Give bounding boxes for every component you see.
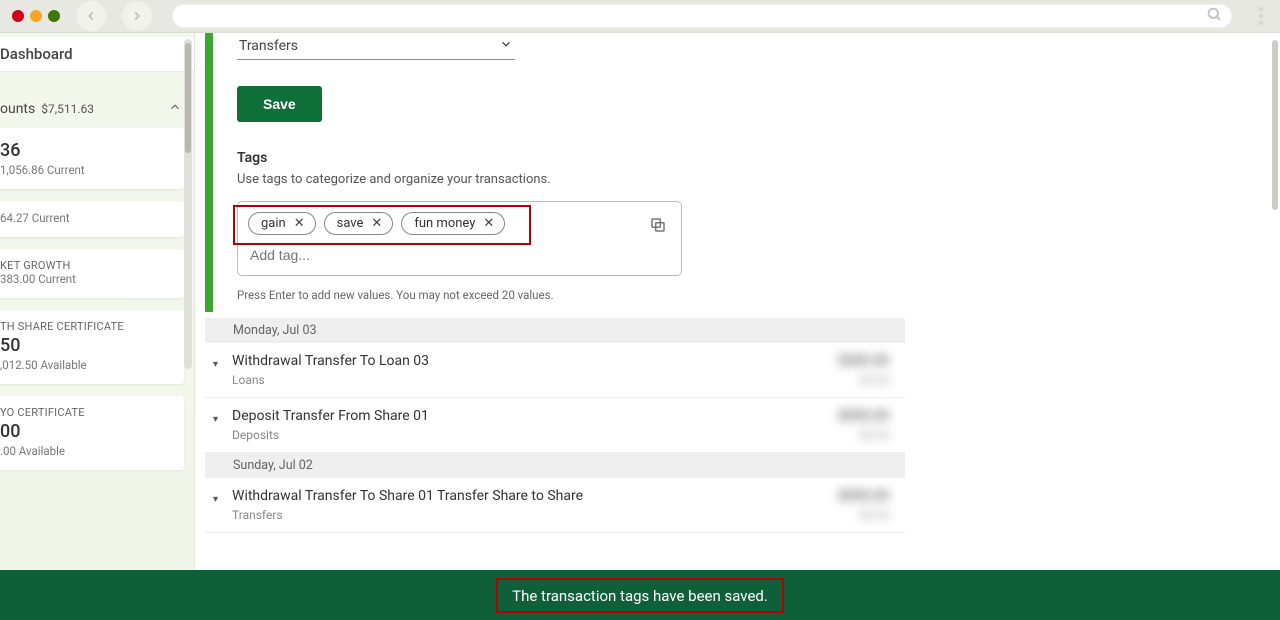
tag-label: fun money [414, 216, 475, 231]
transaction-row[interactable]: ▾ Withdrawal Transfer To Loan 03 Loans$000… [205, 343, 905, 398]
remove-tag-icon[interactable]: ✕ [483, 216, 494, 231]
tag-chip[interactable]: save ✕ [324, 212, 394, 235]
account-subtext: 383.00 Current [0, 272, 174, 286]
transaction-title: Deposit Transfer From Share 01 [232, 408, 838, 424]
selection-accent [205, 33, 213, 312]
transaction-row[interactable]: ▾ Withdrawal Transfer To Share 01 Transfe… [205, 478, 905, 533]
account-label: YO CERTIFICATE [0, 406, 174, 419]
account-balance: 36 [0, 138, 174, 163]
remove-tag-icon[interactable]: ✕ [371, 216, 382, 231]
address-bar[interactable] [172, 4, 1232, 28]
chevron-down-icon [499, 37, 513, 55]
account-subtext: 64.27 Current [0, 211, 174, 225]
account-card[interactable]: YO CERTIFICATE00.00 Available [0, 396, 184, 470]
transaction-title: Withdrawal Transfer To Loan 03 [232, 353, 838, 369]
remove-tag-icon[interactable]: ✕ [294, 216, 305, 231]
account-card[interactable]: 64.27 Current [0, 201, 184, 237]
transaction-row[interactable]: ▾ Deposit Transfer From Share 01 Deposits$… [205, 398, 905, 453]
tag-label: save [337, 216, 364, 231]
sidebar: Dashboard ounts $7,511.63 361,056.86 Cur… [0, 33, 195, 620]
transaction-balance: $0.00 [838, 508, 889, 522]
transaction-category: Transfers [232, 508, 838, 522]
transaction-category: Deposits [232, 428, 838, 442]
accounts-label: ounts [0, 101, 35, 117]
transaction-amount: $000.00 [838, 488, 889, 504]
more-menu-icon[interactable] [1252, 7, 1270, 25]
account-card[interactable]: TH SHARE CERTIFICATE50,012.50 Available [0, 310, 184, 384]
chevron-up-icon [168, 99, 182, 118]
tag-chip[interactable]: gain ✕ [248, 212, 316, 235]
save-button[interactable]: Save [237, 86, 322, 122]
category-value: Transfers [239, 38, 298, 54]
tags-heading: Tags [237, 150, 1260, 166]
minimize-icon[interactable] [30, 10, 42, 22]
toast-message: The transaction tags have been saved. [512, 587, 768, 605]
transaction-amount: $000.00 [838, 408, 889, 424]
expand-icon[interactable]: ▾ [213, 494, 218, 505]
titlebar [0, 0, 1280, 33]
account-subtext: .00 Available [0, 444, 174, 458]
account-card[interactable]: KET GROWTH383.00 Current [0, 249, 184, 298]
transaction-category: Loans [232, 373, 838, 387]
toast: The transaction tags have been saved. [0, 570, 1280, 620]
transaction-balance: $0.00 [838, 428, 889, 442]
expand-icon[interactable]: ▾ [213, 414, 218, 425]
tags-hint: Use tags to categorize and organize your… [237, 172, 1260, 187]
tags-helper-text: Press Enter to add new values. You may n… [237, 288, 1260, 302]
copy-icon[interactable] [649, 216, 669, 236]
account-card[interactable]: 361,056.86 Current [0, 128, 184, 189]
forward-button[interactable] [122, 1, 152, 31]
account-balance: 50 [0, 333, 174, 358]
sidebar-accounts-header[interactable]: ounts $7,511.63 [0, 81, 194, 128]
account-subtext: ,012.50 Available [0, 358, 174, 372]
window-controls [12, 10, 60, 22]
account-balance: 00 [0, 419, 174, 444]
close-icon[interactable] [12, 10, 24, 22]
accounts-total: $7,511.63 [41, 102, 94, 116]
date-header: Sunday, Jul 02 [205, 453, 905, 478]
transaction-title: Withdrawal Transfer To Share 01 Transfer… [232, 488, 838, 504]
sidebar-scrollbar[interactable] [184, 39, 192, 369]
maximize-icon[interactable] [48, 10, 60, 22]
account-label: KET GROWTH [0, 259, 174, 272]
tag-input-box[interactable]: gain ✕ save ✕ fun money ✕ [237, 201, 682, 276]
search-icon [1206, 6, 1222, 26]
date-header: Monday, Jul 03 [205, 318, 905, 343]
main-panel: Transfers Save Tags Use tags to categori… [195, 33, 1280, 620]
transaction-balance: $0.00 [838, 373, 889, 387]
category-select[interactable]: Transfers [237, 33, 515, 60]
expand-icon[interactable]: ▾ [213, 359, 218, 370]
transaction-amount: $000.00 [838, 353, 889, 369]
page-scrollbar[interactable] [1271, 40, 1279, 610]
account-label: TH SHARE CERTIFICATE [0, 320, 174, 333]
sidebar-dashboard-link[interactable]: Dashboard [0, 37, 194, 71]
tag-label: gain [261, 216, 286, 231]
toast-highlight: The transaction tags have been saved. [496, 578, 784, 613]
tag-chip[interactable]: fun money ✕ [401, 212, 505, 235]
back-button[interactable] [76, 1, 106, 31]
add-tag-input[interactable] [248, 245, 631, 265]
account-subtext: 1,056.86 Current [0, 163, 174, 177]
